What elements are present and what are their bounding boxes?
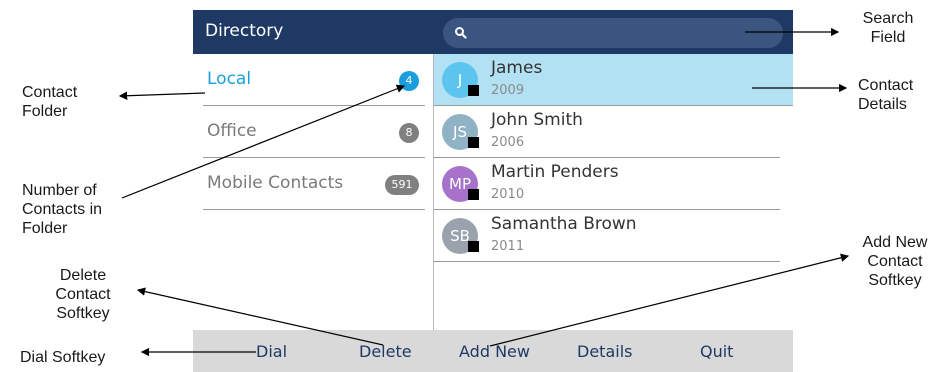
presence-status-icon [468, 241, 479, 252]
contact-list: J James 2009 JS John Smith 2006 MP Marti… [434, 54, 793, 330]
folder-local[interactable]: Local 4 [203, 54, 425, 106]
annotation-add-new-softkey: Add New Contact Softkey [845, 233, 945, 290]
contact-number: 2006 [491, 135, 525, 150]
folder-label: Mobile Contacts [207, 173, 344, 193]
folder-label: Local [207, 69, 252, 89]
contact-count-badge: 8 [399, 123, 419, 143]
avatar: J [442, 62, 479, 98]
avatar: SB [442, 218, 479, 254]
phone-screen: Directory Local 4 Office 8 Mobile Contac… [193, 10, 793, 372]
search-icon [455, 27, 467, 39]
contact-name: Samantha Brown [491, 214, 637, 234]
contact-row-martin-penders[interactable]: MP Martin Penders 2010 [434, 158, 780, 210]
avatar: MP [442, 166, 479, 202]
search-input[interactable] [443, 18, 783, 48]
presence-status-icon [468, 137, 479, 148]
contact-name: John Smith [491, 110, 583, 130]
annotation-delete-softkey-text: Delete Contact Softkey [55, 267, 111, 322]
contact-number: 2011 [491, 239, 525, 254]
softkey-bar: Dial Delete Add New Details Quit [193, 330, 793, 372]
annotation-dial-softkey: Dial Softkey [20, 348, 105, 367]
avatar-initials: SB [450, 227, 470, 245]
directory-header: Directory [193, 10, 793, 54]
contact-row-samantha-brown[interactable]: SB Samantha Brown 2011 [434, 210, 780, 262]
annotation-add-new-softkey-text: Add New Contact Softkey [862, 234, 928, 289]
add-new-softkey[interactable]: Add New [459, 342, 530, 361]
contact-row-james[interactable]: J James 2009 [434, 54, 793, 106]
presence-status-icon [468, 85, 479, 96]
annotation-contact-details-text: Contact Details [858, 77, 914, 113]
quit-softkey[interactable]: Quit [700, 342, 733, 361]
contact-name: Martin Penders [491, 162, 619, 182]
annotation-search-field-text: Search Field [862, 10, 914, 46]
contact-number: 2010 [491, 187, 525, 202]
page-title: Directory [205, 21, 284, 41]
folder-mobile-contacts[interactable]: Mobile Contacts 591 [203, 158, 425, 210]
annotation-dial-softkey-text: Dial Softkey [20, 349, 106, 366]
annotation-contact-folder: Contact Folder [22, 83, 77, 121]
delete-softkey[interactable]: Delete [359, 342, 412, 361]
avatar-initials: J [457, 71, 463, 89]
contact-row-john-smith[interactable]: JS John Smith 2006 [434, 106, 780, 158]
contact-name: James [491, 58, 543, 78]
annotation-number-of-contacts: Number of Contacts in Folder [22, 181, 102, 238]
annotation-contact-folder-text: Contact Folder [22, 84, 78, 120]
annotation-delete-softkey: Delete Contact Softkey [38, 266, 128, 323]
folder-office[interactable]: Office 8 [203, 106, 425, 158]
presence-status-icon [468, 189, 479, 200]
avatar-initials: JS [453, 123, 467, 141]
details-softkey[interactable]: Details [577, 342, 632, 361]
annotation-contact-details: Contact Details [858, 76, 913, 114]
annotation-search-field: Search Field [848, 9, 928, 47]
contact-number: 2009 [491, 83, 525, 98]
folder-label: Office [207, 121, 257, 141]
contact-count-badge: 4 [399, 71, 419, 91]
contact-count-badge: 591 [385, 175, 419, 195]
contact-folder-list: Local 4 Office 8 Mobile Contacts 591 [193, 54, 434, 330]
annotation-number-of-contacts-text: Number of Contacts in Folder [22, 182, 103, 237]
avatar: JS [442, 114, 479, 150]
dial-softkey[interactable]: Dial [256, 342, 287, 361]
